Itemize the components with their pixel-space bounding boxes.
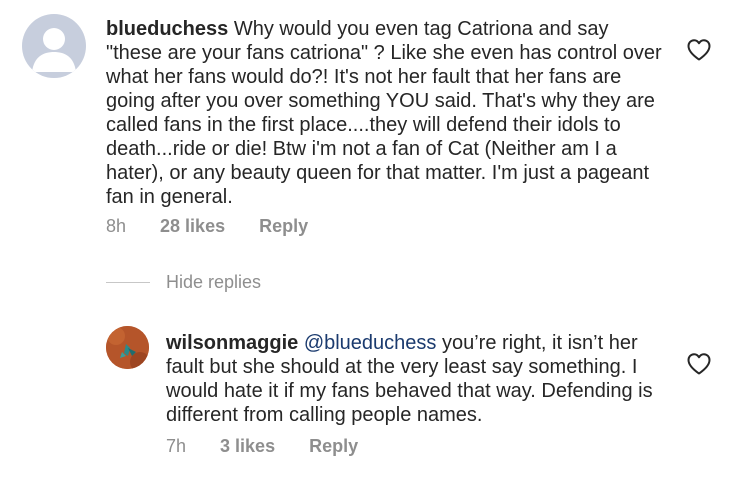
comment-body: wilsonmaggie @blueduchess you’re right, … bbox=[166, 331, 656, 427]
heart-outline-icon[interactable] bbox=[686, 38, 712, 62]
hide-replies-divider bbox=[106, 282, 150, 283]
profile-photo bbox=[106, 326, 149, 369]
likes-count[interactable]: 28 likes bbox=[160, 216, 225, 237]
reply-button[interactable]: Reply bbox=[309, 436, 358, 457]
comment-meta: 8h 28 likes Reply bbox=[106, 216, 308, 237]
comment-time: 8h bbox=[106, 216, 127, 236]
username[interactable]: blueduchess bbox=[106, 18, 228, 40]
likes-count[interactable]: 3 likes bbox=[220, 436, 275, 457]
comment-text: Why would you even tag Catriona and say … bbox=[106, 18, 662, 208]
comment-meta: 7h 3 likes Reply bbox=[166, 436, 358, 457]
hide-replies-button[interactable]: Hide replies bbox=[106, 272, 261, 293]
reply-button[interactable]: Reply bbox=[259, 216, 308, 237]
avatar[interactable] bbox=[22, 14, 86, 78]
username[interactable]: wilsonmaggie bbox=[166, 332, 298, 354]
heart-outline-icon[interactable] bbox=[686, 352, 712, 376]
avatar[interactable] bbox=[106, 326, 149, 369]
default-avatar-icon bbox=[32, 28, 76, 72]
comment-body: blueduchess Why would you even tag Catri… bbox=[106, 17, 666, 209]
comment-time: 7h bbox=[166, 436, 187, 456]
mention-link[interactable]: @blueduchess bbox=[304, 332, 437, 354]
hide-replies-label: Hide replies bbox=[166, 272, 262, 292]
